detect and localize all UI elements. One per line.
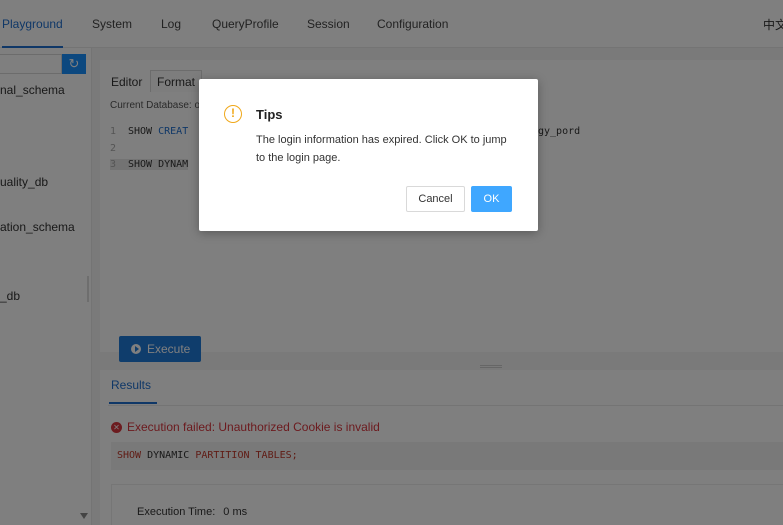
tips-modal: ! Tips The login information has expired… [199, 79, 538, 231]
warning-icon: ! [224, 105, 242, 123]
modal-message: The login information has expired. Click… [256, 134, 507, 164]
cancel-button[interactable]: Cancel [406, 186, 465, 212]
ok-button[interactable]: OK [471, 186, 512, 212]
modal-title: Tips [256, 107, 283, 122]
